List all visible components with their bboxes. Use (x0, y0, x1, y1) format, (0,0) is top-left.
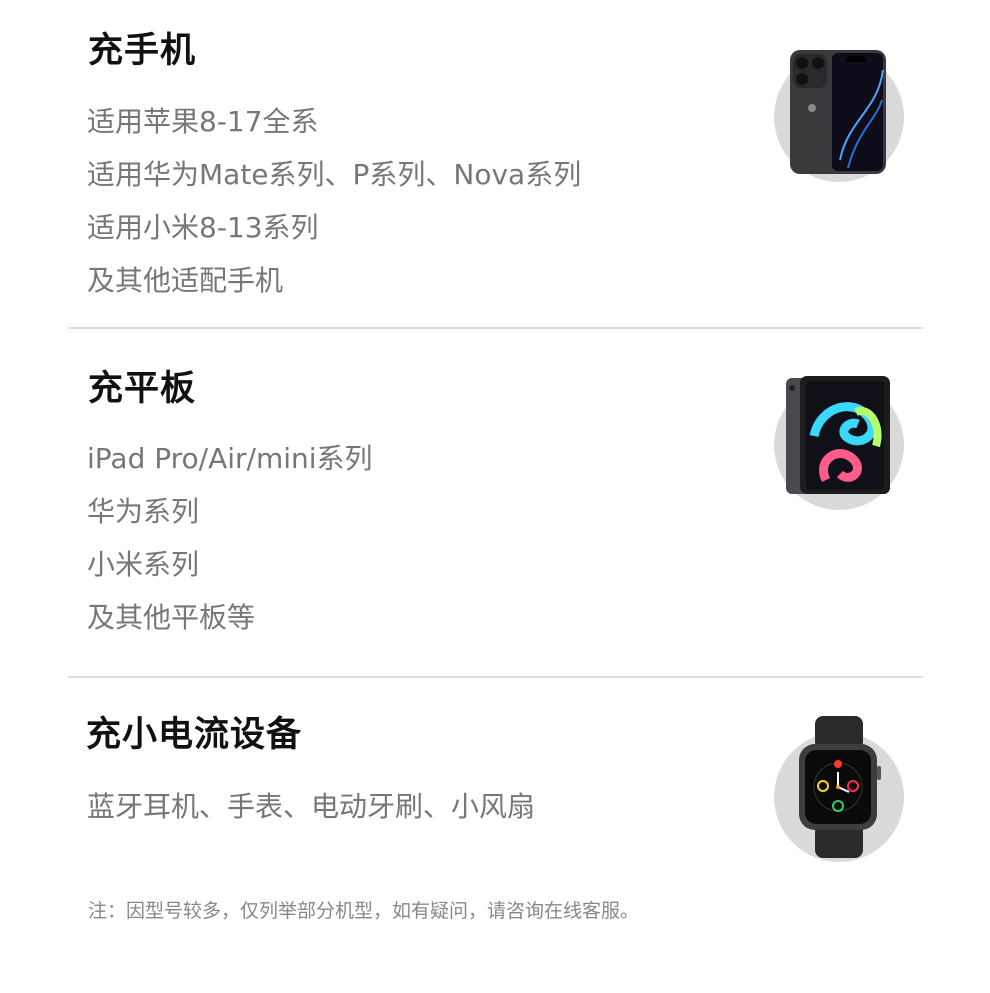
smartwatch-icon (799, 716, 881, 858)
compat-line: 蓝牙耳机、手表、电动牙刷、小风扇 (87, 790, 536, 823)
compat-line: 及其他平板等 (87, 601, 256, 634)
footnote: 注：因型号较多，仅列举部分机型，如有疑问，请咨询在线客服。 (88, 900, 640, 922)
tablet-thumbnail (774, 376, 904, 510)
compat-line: 适用小米8-13系列 (87, 211, 319, 244)
compat-line: 适用苹果8-17全系 (87, 105, 319, 138)
compat-line: 华为系列 (87, 495, 200, 528)
section-divider (68, 676, 923, 678)
smartphone-icon (790, 50, 886, 174)
tablet-icon (786, 376, 890, 494)
smartwatch-thumbnail (774, 716, 904, 862)
compat-line: 适用华为Mate系列、P系列、Nova系列 (87, 158, 582, 191)
section-title: 充手机 (88, 31, 197, 71)
compat-line: iPad Pro/Air/mini系列 (87, 442, 373, 475)
compat-line: 小米系列 (87, 548, 200, 581)
section-title: 充平板 (88, 369, 197, 409)
section-divider (68, 327, 923, 329)
smartphone-thumbnail (774, 50, 904, 182)
compat-line: 及其他适配手机 (87, 264, 284, 297)
section-title: 充小电流设备 (86, 715, 303, 755)
